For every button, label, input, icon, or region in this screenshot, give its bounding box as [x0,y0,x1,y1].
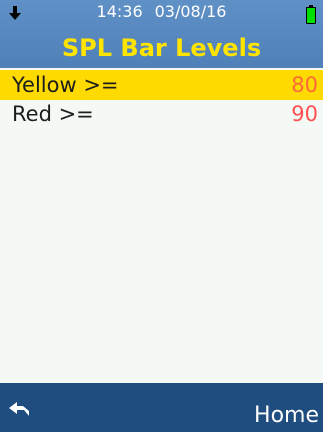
footer-bar: Home [0,383,323,432]
page-title: SPL Bar Levels [61,34,262,62]
status-datetime: 14:36 03/08/16 [0,2,323,22]
list-item-label: Yellow >= [12,73,119,97]
list-item-value: 80 [291,73,318,97]
device-screen: 14:36 03/08/16 SPL Bar Levels Yellow >= 8… [0,0,323,432]
back-arrow-icon[interactable] [9,402,29,416]
list-item-label: Red >= [12,102,94,126]
battery-icon [306,5,316,24]
list-item-red-threshold[interactable]: Red >= 90 [0,99,323,129]
status-time: 14:36 [96,2,143,21]
list-item-value: 90 [291,102,318,126]
list-item-yellow-threshold[interactable]: Yellow >= 80 [0,70,323,100]
home-button[interactable]: Home [254,402,319,430]
status-date: 03/08/16 [154,2,227,21]
header-bar: 14:36 03/08/16 SPL Bar Levels [0,0,323,68]
